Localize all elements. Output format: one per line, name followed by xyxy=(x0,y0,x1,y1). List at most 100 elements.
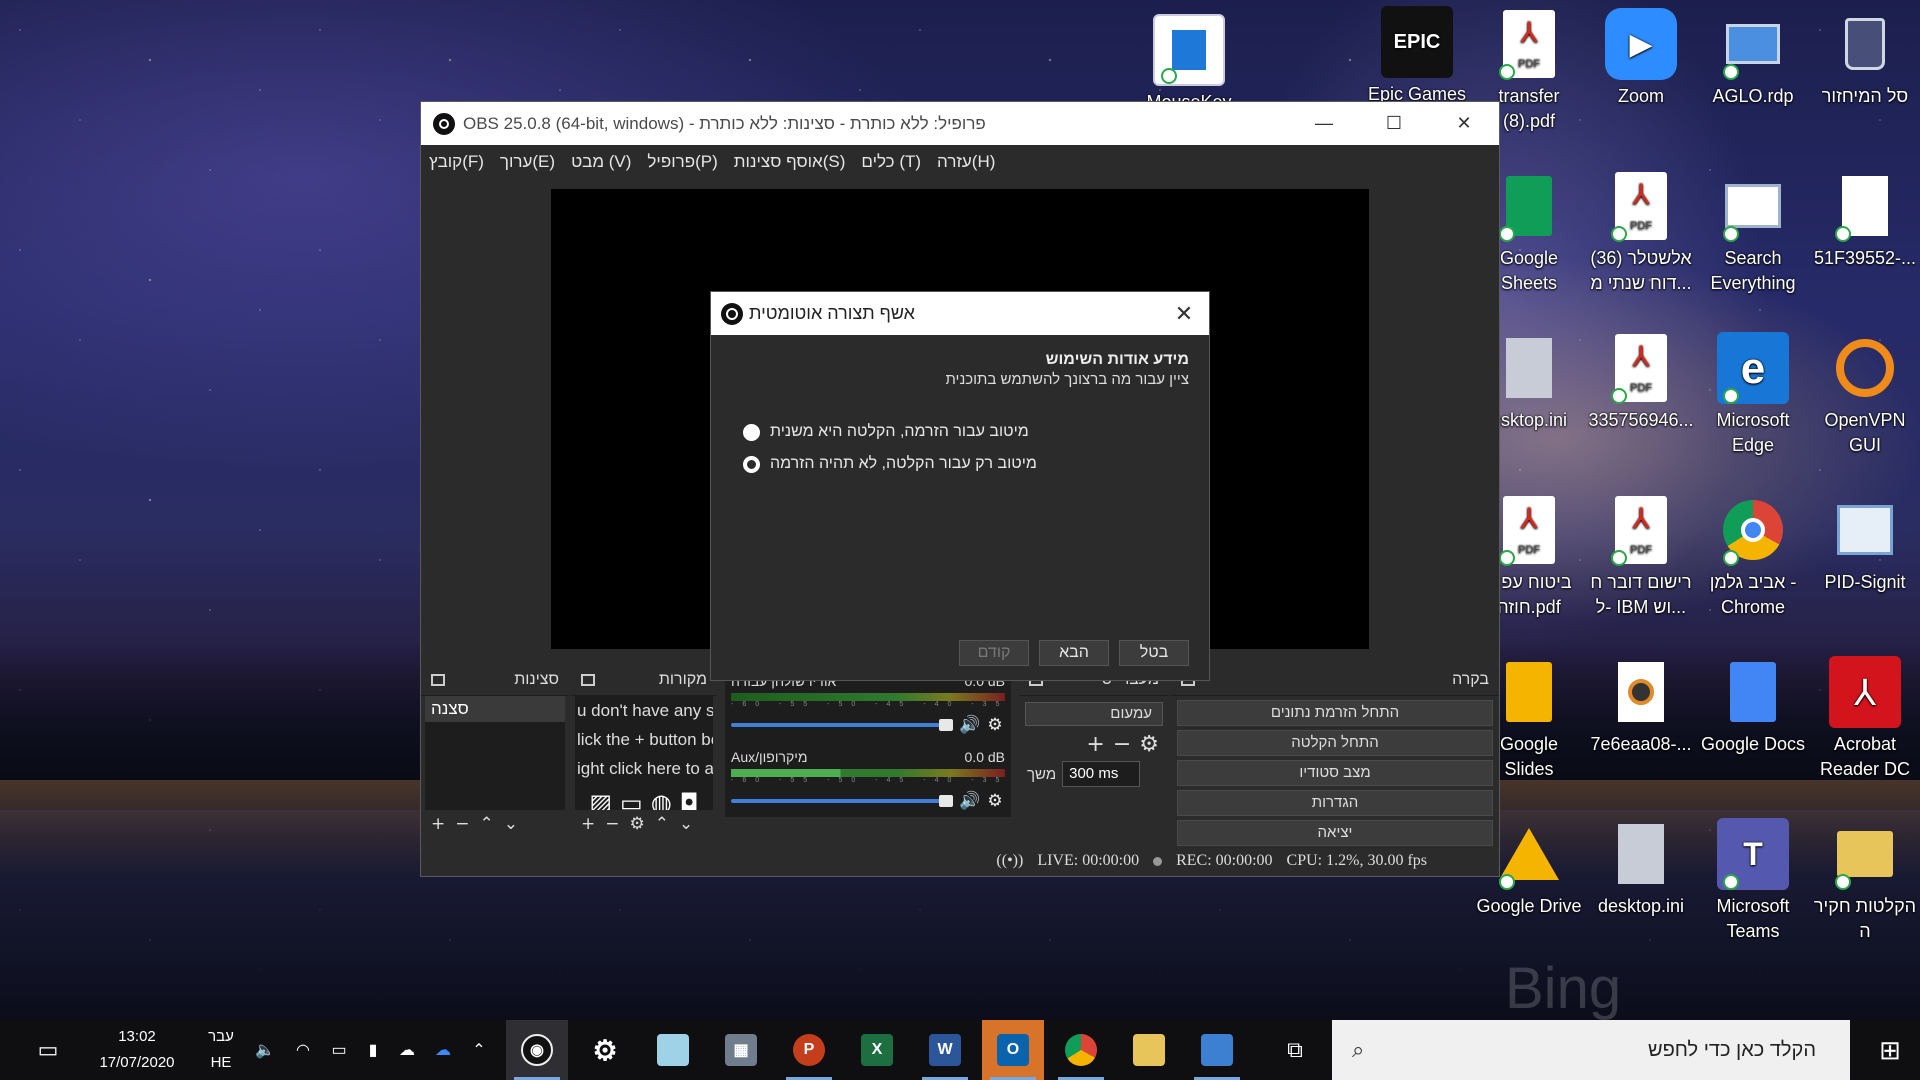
taskbar-outlook[interactable]: O xyxy=(982,1020,1044,1080)
desktop-icon-search-everything[interactable]: Search Everything xyxy=(1700,170,1806,296)
transition-select[interactable]: עמעום xyxy=(1025,702,1163,726)
source-properties-gear-icon[interactable]: ⚙ xyxy=(630,814,645,834)
desktop-icon-annual-report-pdf[interactable]: ⅄ PDF אלשטלר (36) דוח שנתי מ... xyxy=(1588,170,1694,296)
remove-source-icon[interactable]: − xyxy=(605,814,619,834)
desktop-icon-7e6eaa08[interactable]: 7e6eaa08-... xyxy=(1588,656,1694,757)
transition-gear-icon[interactable]: ⚙ xyxy=(1139,732,1159,757)
desktop-icon-51f39552[interactable]: 51F39552-... xyxy=(1812,170,1918,271)
desktop-icon-recycle-bin[interactable]: סל המיחזור xyxy=(1812,8,1918,109)
taskbar-powerpoint[interactable]: P xyxy=(778,1020,840,1080)
move-down-icon[interactable]: ⌄ xyxy=(504,814,518,834)
taskbar-remote-desktop[interactable] xyxy=(1186,1020,1248,1080)
dialog-titlebar[interactable]: אשף תצורה אוטומטית ✕ xyxy=(711,292,1209,335)
move-down-icon[interactable]: ⌄ xyxy=(679,814,693,834)
scene-item[interactable]: סצנה xyxy=(425,696,565,722)
desktop-icon-chrome-profile[interactable]: אביב גלמן - Chrome xyxy=(1700,494,1806,620)
desktop-icon-recordings-folder[interactable]: הקלטות חקיר ה xyxy=(1812,818,1918,944)
start-windows-icon[interactable]: ⊞ xyxy=(1860,1020,1920,1080)
move-up-icon[interactable]: ⌃ xyxy=(480,814,494,834)
desktop-icon-zoom[interactable]: ▶ Zoom xyxy=(1588,8,1694,109)
notifications-icon[interactable]: ▭ xyxy=(18,1020,78,1080)
slider-knob[interactable] xyxy=(939,795,953,807)
minimize-icon[interactable]: — xyxy=(1289,102,1359,145)
move-up-icon[interactable]: ⌃ xyxy=(655,814,669,834)
add-transition-icon[interactable]: + xyxy=(1086,732,1104,757)
show-hidden-icons-icon[interactable]: ⌃ xyxy=(464,1020,494,1080)
desktop-icon-335756946-pdf[interactable]: ⅄ PDF 335756946... xyxy=(1588,332,1694,433)
onedrive-icon[interactable]: ☁ xyxy=(428,1020,458,1080)
volume-icon[interactable]: 🔈 xyxy=(250,1020,280,1080)
desktop-icon-mousekey[interactable]: MouseKey xyxy=(1136,14,1242,115)
sources-empty-line: lick the + button belov xyxy=(577,730,713,749)
auto-config-wizard-dialog: אשף תצורה אוטומטית ✕ מידע אודות השימוש צ… xyxy=(710,291,1210,681)
zoom-icon: ▶ xyxy=(1605,8,1677,80)
volume-slider[interactable] xyxy=(731,719,953,731)
menu-view[interactable]: מבט (V) xyxy=(571,152,631,172)
undock-icon[interactable] xyxy=(581,674,595,686)
close-icon[interactable]: ✕ xyxy=(1429,102,1499,145)
wifi-icon[interactable]: ◠ xyxy=(288,1020,318,1080)
menu-profile[interactable]: פרופיל(P) xyxy=(647,152,717,172)
desktop-icon-aglo-rdp[interactable]: AGLO.rdp xyxy=(1700,8,1806,109)
taskbar-excel[interactable]: X xyxy=(846,1020,908,1080)
undock-icon[interactable] xyxy=(431,674,445,686)
desktop-icon-registration-pdf[interactable]: ⅄ PDF רישום דובר ח ל- IBM וש... xyxy=(1588,494,1694,620)
taskbar-word[interactable]: W xyxy=(914,1020,976,1080)
back-button[interactable]: קודם xyxy=(959,640,1029,666)
obs-titlebar[interactable]: OBS 25.0.8 (64-bit, windows) - פרופיל: ל… xyxy=(421,102,1499,145)
exit-button[interactable]: יציאה xyxy=(1177,820,1493,846)
taskbar-notepad[interactable] xyxy=(642,1020,704,1080)
duration-input[interactable]: 300 ms xyxy=(1062,761,1141,787)
next-button[interactable]: הבא xyxy=(1039,640,1109,666)
desktop-icon-acrobat-reader[interactable]: ⅄ Acrobat Reader DC xyxy=(1812,656,1918,782)
language-indicator[interactable]: עבר HE xyxy=(196,1020,246,1080)
search-box[interactable]: ⌕ הקלד כאן כדי לחפש xyxy=(1332,1020,1850,1080)
option-recording-only[interactable]: מיטוב רק עבור הקלטה, לא תהיה הזרמה xyxy=(711,448,1209,480)
start-recording-button[interactable]: התחל הקלטה xyxy=(1177,730,1493,756)
desktop-icon-openvpn[interactable]: OpenVPN GUI xyxy=(1812,332,1918,458)
cancel-button[interactable]: בטל xyxy=(1119,640,1189,666)
speaker-icon[interactable]: 🔊 xyxy=(959,715,980,735)
task-view-icon[interactable]: ⧉ xyxy=(1264,1020,1326,1080)
radio-button-selected[interactable] xyxy=(743,455,760,473)
settings-button[interactable]: הגדרות xyxy=(1177,790,1493,816)
volume-slider[interactable] xyxy=(731,795,953,807)
desktop-icon-epic-games[interactable]: EPIC Epic Games xyxy=(1364,6,1470,107)
desktop-icon-microsoft-teams[interactable]: T Microsoft Teams xyxy=(1700,818,1806,944)
studio-mode-button[interactable]: מצב סטודיו xyxy=(1177,760,1493,786)
speaker-icon[interactable]: 🔊 xyxy=(959,791,980,811)
gear-icon[interactable]: ⚙ xyxy=(985,715,1005,735)
taskbar-file-explorer[interactable] xyxy=(1118,1020,1180,1080)
dialog-heading: מידע אודות השימוש xyxy=(1045,351,1189,368)
microphone-icon[interactable]: ▮ xyxy=(360,1020,386,1080)
add-scene-icon[interactable]: + xyxy=(431,814,445,834)
battery-icon[interactable]: ▭ xyxy=(324,1020,354,1080)
taskbar-calculator[interactable]: ▦ xyxy=(710,1020,772,1080)
slider-knob[interactable] xyxy=(939,719,953,731)
menu-file[interactable]: קובץ(F) xyxy=(429,152,484,172)
remove-transition-icon[interactable]: − xyxy=(1113,732,1131,757)
menu-help[interactable]: עזרה(H) xyxy=(937,152,995,172)
desktop-icon-google-docs[interactable]: Google Docs xyxy=(1700,656,1806,757)
clock[interactable]: 13:02 17/07/2020 xyxy=(82,1020,192,1080)
cloud-sync-icon[interactable]: ☁ xyxy=(392,1020,422,1080)
desktop-icon-pid-signit[interactable]: PID-Signit xyxy=(1812,494,1918,595)
option-streaming[interactable]: מיטוב עבור הזרמה, הקלטה היא משנית xyxy=(711,416,1209,448)
menu-edit[interactable]: ערוך(E) xyxy=(500,152,555,172)
start-streaming-button[interactable]: התחל הזרמת נתונים xyxy=(1177,700,1493,726)
taskbar-obs[interactable]: ◉ xyxy=(506,1020,568,1080)
menu-tools[interactable]: כלים (T) xyxy=(861,152,921,172)
desktop-icon-desktop-ini[interactable]: desktop.ini xyxy=(1588,818,1694,919)
taskbar-settings[interactable]: ⚙ xyxy=(574,1020,636,1080)
taskbar-chrome[interactable] xyxy=(1050,1020,1112,1080)
add-source-icon[interactable]: + xyxy=(581,814,595,834)
taskbar: ▭ 13:02 17/07/2020 עבר HE 🔈 ◠ ▭ ▮ ☁ ☁ ⌃ … xyxy=(0,1020,1920,1080)
menu-scene-collection[interactable]: אוסף סצינות(S) xyxy=(734,152,846,172)
sources-list[interactable]: u don't have any sourc lick the + button… xyxy=(575,696,713,810)
desktop-icon-microsoft-edge[interactable]: e Microsoft Edge xyxy=(1700,332,1806,458)
remove-scene-icon[interactable]: − xyxy=(455,814,469,834)
gear-icon[interactable]: ⚙ xyxy=(985,791,1005,811)
maximize-icon[interactable]: ☐ xyxy=(1359,102,1429,145)
close-icon[interactable]: ✕ xyxy=(1159,301,1209,327)
radio-button[interactable] xyxy=(743,423,760,441)
